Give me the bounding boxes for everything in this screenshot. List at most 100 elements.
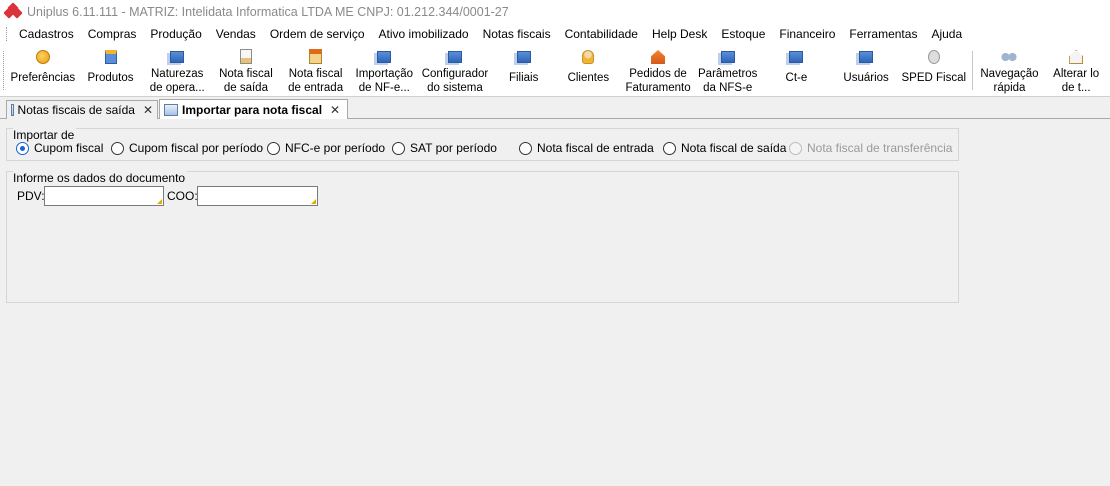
- toolbar-preferencias-button[interactable]: Preferências: [8, 45, 78, 96]
- invoice-in-icon: [308, 49, 324, 65]
- toolbar-navegacao-rapida-button[interactable]: Navegação rápida: [977, 45, 1043, 96]
- toolbar-produtos-button[interactable]: Produtos: [78, 45, 144, 96]
- close-icon[interactable]: ✕: [330, 103, 340, 117]
- tab-importar-para-nota-fiscal[interactable]: Importar para nota fiscal ✕: [159, 99, 348, 119]
- radio-indicator: [789, 141, 802, 155]
- close-icon[interactable]: ✕: [143, 103, 153, 117]
- binoculars-icon: [1001, 49, 1018, 65]
- toolbar-button-label: Ct-e: [785, 72, 808, 84]
- menu-contabilidade[interactable]: Contabilidade: [558, 23, 645, 45]
- radio-label: Cupom fiscal por período: [129, 141, 264, 155]
- menu-help-desk[interactable]: Help Desk: [645, 23, 714, 45]
- toolbar-button-label: Preferências: [10, 72, 76, 84]
- toolbar-button-label: Pedidos de Faturamento: [625, 68, 691, 94]
- toolbar-filiais-button[interactable]: Filiais: [492, 45, 556, 96]
- menu-grip-icon: [6, 27, 9, 41]
- toolbar-nota-fiscal-saida-button[interactable]: Nota fiscal de saída: [211, 45, 281, 96]
- menu-financeiro[interactable]: Financeiro: [772, 23, 842, 45]
- menu-ordem-de-servico[interactable]: Ordem de serviço: [263, 23, 372, 45]
- toolbar-button-label: SPED Fiscal: [901, 72, 967, 84]
- radio-indicator: [16, 141, 29, 155]
- radio-indicator: [663, 141, 676, 155]
- radio-nota-fiscal-de-saida[interactable]: Nota fiscal de saída: [663, 141, 786, 155]
- radio-indicator: [392, 141, 405, 155]
- menu-ferramentas[interactable]: Ferramentas: [842, 23, 924, 45]
- coo-label: COO:: [167, 189, 198, 203]
- menu-notas-fiscais[interactable]: Notas fiscais: [476, 23, 558, 45]
- menu-estoque[interactable]: Estoque: [714, 23, 772, 45]
- toolbar-importacao-nfe-button[interactable]: Importação de NF-e...: [350, 45, 418, 96]
- radio-cupom-fiscal[interactable]: Cupom fiscal: [16, 141, 103, 155]
- tab-label: Notas fiscais de saída: [17, 103, 135, 117]
- radio-indicator: [267, 141, 280, 155]
- products-icon: [103, 49, 119, 65]
- menu-bar: Cadastros Compras Produção Vendas Ordem …: [0, 23, 1110, 45]
- radio-nfce-por-periodo[interactable]: NFC-e por período: [267, 141, 385, 155]
- pdv-input[interactable]: [44, 186, 164, 206]
- sped-icon: [926, 49, 942, 65]
- tab-notas-fiscais-de-saida[interactable]: Notas fiscais de saída ✕: [6, 100, 158, 119]
- menu-compras[interactable]: Compras: [81, 23, 144, 45]
- tab-window-icon: [11, 104, 14, 116]
- toolbar-button-label: Clientes: [567, 72, 610, 84]
- billing-orders-icon: [650, 49, 666, 65]
- preferences-icon: [35, 49, 51, 65]
- dados-documento-group: Informe os dados do documento PDV: COO:: [6, 171, 959, 303]
- toolbar-button-label: Importação de NF-e...: [355, 68, 414, 94]
- window-title: Uniplus 6.11.111 - MATRIZ: Intelidata In…: [27, 4, 509, 19]
- toolbar-button-label: Nota fiscal de saída: [219, 68, 273, 94]
- toolbar-button-label: Usuários: [843, 72, 889, 84]
- toolbar-nota-fiscal-entrada-button[interactable]: Nota fiscal de entrada: [281, 45, 351, 96]
- toolbar-button-label: Alterar lo de t...: [1053, 68, 1100, 94]
- tab-strip: Notas fiscais de saída ✕ Importar para n…: [0, 97, 1110, 119]
- toolbar-configurador-button[interactable]: Configurador do sistema: [418, 45, 492, 96]
- menu-cadastros[interactable]: Cadastros: [15, 23, 81, 45]
- radio-label: Nota fiscal de saída: [681, 141, 787, 155]
- radio-label: Nota fiscal de entrada: [537, 141, 654, 155]
- importar-de-group: Importar de Cupom fiscal Cupom fiscal po…: [6, 128, 959, 161]
- importar-de-title: Importar de: [13, 128, 77, 142]
- cte-icon: [788, 49, 804, 65]
- toolbar-cte-button[interactable]: Ct-e: [761, 45, 833, 96]
- toolbar-alterar-local-button[interactable]: Alterar lo de t...: [1042, 45, 1110, 96]
- home-icon: [1068, 49, 1084, 65]
- toolbar-sped-fiscal-button[interactable]: SPED Fiscal: [900, 45, 968, 96]
- menu-ajuda[interactable]: Ajuda: [924, 23, 969, 45]
- field-marker-icon: [157, 199, 162, 204]
- toolbar-button-label: Produtos: [87, 72, 134, 84]
- radio-label: Cupom fiscal: [34, 141, 104, 155]
- radio-nota-fiscal-de-entrada[interactable]: Nota fiscal de entrada: [519, 141, 654, 155]
- coo-input[interactable]: [197, 186, 318, 206]
- nature-operation-icon: [169, 49, 185, 65]
- toolbar-parametros-nfse-button[interactable]: Parâmetros da NFS-e: [695, 45, 761, 96]
- menu-vendas[interactable]: Vendas: [209, 23, 263, 45]
- radio-indicator: [111, 141, 124, 155]
- branches-icon: [516, 49, 532, 65]
- toolbar-clientes-button[interactable]: Clientes: [556, 45, 622, 96]
- clients-icon: [580, 49, 596, 65]
- toolbar-naturezas-button[interactable]: Naturezas de opera...: [143, 45, 211, 96]
- radio-cupom-fiscal-por-periodo[interactable]: Cupom fiscal por período: [111, 141, 263, 155]
- menu-producao[interactable]: Produção: [143, 23, 208, 45]
- toolbar-button-label: Filiais: [508, 72, 539, 84]
- main-content: Importar de Cupom fiscal Cupom fiscal po…: [0, 119, 1110, 486]
- toolbar-button-label: Navegação rápida: [980, 68, 1039, 94]
- toolbar-usuarios-button[interactable]: Usuários: [832, 45, 900, 96]
- radio-indicator: [519, 141, 532, 155]
- radio-nota-fiscal-de-transferencia: Nota fiscal de transferência: [789, 141, 952, 155]
- toolbar-pedidos-faturamento-button[interactable]: Pedidos de Faturamento: [621, 45, 695, 96]
- toolbar-button-label: Naturezas de opera...: [149, 68, 205, 94]
- title-bar: Uniplus 6.11.111 - MATRIZ: Intelidata In…: [0, 0, 1110, 23]
- users-icon: [858, 49, 874, 65]
- radio-sat-por-periodo[interactable]: SAT por período: [392, 141, 497, 155]
- toolbar-separator: [971, 51, 973, 90]
- radio-label: SAT por período: [410, 141, 497, 155]
- field-marker-icon: [311, 199, 316, 204]
- nfse-params-icon: [720, 49, 736, 65]
- app-logo-icon: [3, 1, 23, 20]
- menu-ativo-imobilizado[interactable]: Ativo imobilizado: [372, 23, 476, 45]
- toolbar: Preferências Produtos Naturezas de opera…: [0, 45, 1110, 97]
- tab-window-icon: [164, 103, 178, 116]
- import-nfe-icon: [376, 49, 392, 65]
- invoice-out-icon: [238, 49, 254, 65]
